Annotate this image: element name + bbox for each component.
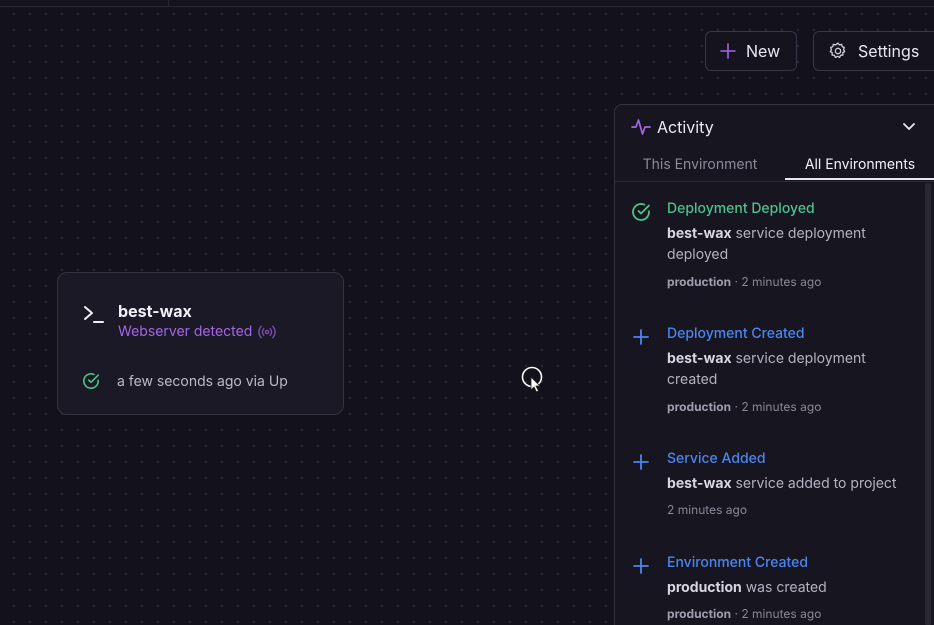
event-time: 2 minutes ago xyxy=(741,399,822,414)
activity-tabs: This Environment All Environments xyxy=(615,148,934,182)
event-title: Environment Created xyxy=(667,554,809,571)
event-environment: production xyxy=(667,606,732,621)
tab-all-environments[interactable]: All Environments xyxy=(785,148,934,180)
event-meta: production · 2 minutes ago xyxy=(667,606,822,621)
event-time: 2 minutes ago xyxy=(741,274,822,289)
service-subtitle-text: Webserver detected xyxy=(118,323,253,340)
service-name: best-wax xyxy=(118,301,192,321)
event-title: Deployment Deployed xyxy=(667,200,815,217)
event-meta: 2 minutes ago xyxy=(667,502,747,517)
check-circle-icon xyxy=(632,203,650,221)
service-subtitle: Webserver detected xyxy=(118,323,277,340)
check-circle-icon xyxy=(83,373,100,389)
plus-icon xyxy=(633,454,649,470)
activity-scrollbar[interactable] xyxy=(925,183,931,625)
gear-icon xyxy=(829,42,846,59)
event-text: was created xyxy=(745,579,827,596)
top-bar-divider xyxy=(168,0,169,6)
event-time: 2 minutes ago xyxy=(667,502,748,517)
event-subject: production xyxy=(667,579,742,596)
event-time: 2 minutes ago xyxy=(741,606,822,621)
event-environment: production xyxy=(667,399,732,414)
broadcast-icon xyxy=(258,325,277,338)
event-description: best-wax service deployment created xyxy=(667,348,907,390)
service-status: a few seconds ago via Up xyxy=(82,372,288,390)
event-description: best-wax service deployment deployed xyxy=(667,223,907,265)
service-status-text: a few seconds ago via Up xyxy=(117,372,288,390)
new-button-label: New xyxy=(746,41,781,61)
event-subject: best-wax xyxy=(667,475,732,492)
activity-title: Activity xyxy=(657,117,714,137)
event-title: Deployment Created xyxy=(667,325,805,342)
event-meta: production · 2 minutes ago xyxy=(667,274,822,289)
activity-pulse-icon xyxy=(631,119,651,135)
event-meta: production · 2 minutes ago xyxy=(667,399,822,414)
plus-icon xyxy=(633,558,649,574)
event-text: service added to project xyxy=(735,475,897,492)
plus-icon xyxy=(720,43,736,59)
settings-button[interactable]: Settings xyxy=(813,31,934,71)
event-description: best-wax service added to project xyxy=(667,473,907,494)
activity-panel: Activity This Environment All Environmen… xyxy=(614,104,934,625)
tab-this-environment[interactable]: This Environment xyxy=(615,148,785,180)
top-bar xyxy=(0,0,934,7)
event-title: Service Added xyxy=(667,450,766,467)
new-button[interactable]: New xyxy=(705,31,797,71)
chevron-down-icon[interactable] xyxy=(900,117,918,135)
event-subject: best-wax xyxy=(667,225,732,242)
mouse-cursor-icon xyxy=(521,366,543,393)
settings-button-label: Settings xyxy=(858,41,920,61)
event-environment: production xyxy=(667,274,732,289)
service-card[interactable]: best-wax Webserver detected a few second… xyxy=(57,272,344,415)
event-subject: best-wax xyxy=(667,350,732,367)
terminal-icon xyxy=(84,306,104,323)
event-description: production was created xyxy=(667,577,907,598)
plus-icon xyxy=(633,329,649,345)
activity-header[interactable]: Activity xyxy=(615,105,934,147)
